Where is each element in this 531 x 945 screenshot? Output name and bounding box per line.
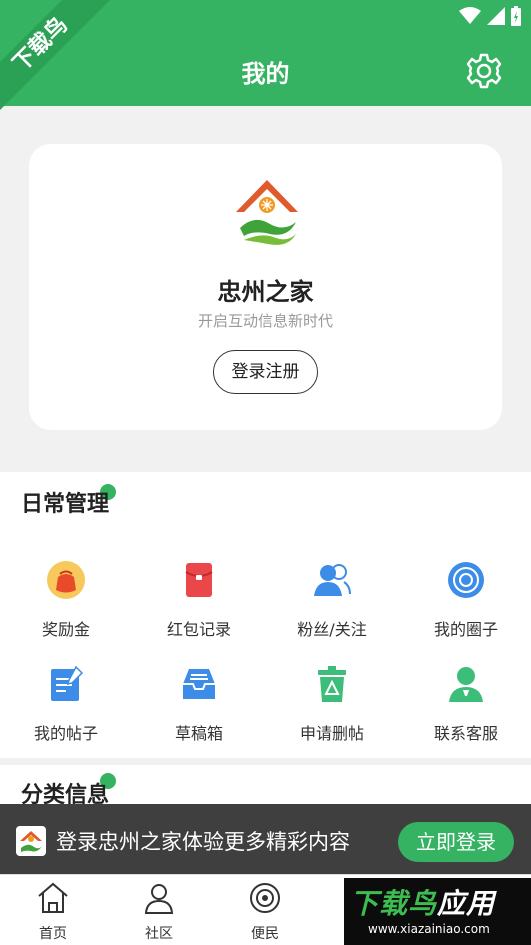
red-packet-icon [185, 563, 213, 597]
watermark-badge: 下载鸟应用 www.xiazainiao.com [344, 878, 531, 945]
page-title: 我的 [241, 60, 290, 88]
followers-icon [314, 564, 351, 596]
grid-item-contact-service[interactable]: 联系客服 [400, 664, 531, 744]
signal-icon [487, 7, 505, 25]
profile-card: 忠州之家 开启互动信息新时代 登录注册 [29, 144, 502, 430]
banner-text: 登录忠州之家体验更多精彩内容 [56, 830, 350, 854]
reward-bag-icon [47, 561, 85, 599]
settings-gear-icon[interactable] [465, 52, 503, 90]
top-header: 下载鸟 我的 [0, 0, 531, 110]
grid-item-reward[interactable]: 奖励金 [0, 560, 132, 640]
circle-target-icon [448, 562, 484, 598]
watermark-url: www.xiazainiao.com [368, 922, 490, 936]
tab-label: 首页 [39, 926, 67, 942]
tab-label: 社区 [145, 926, 173, 942]
watermark-white-text: 应用 [437, 887, 496, 920]
edit-post-icon [51, 665, 84, 701]
tab-home[interactable]: 首页 [13, 881, 93, 943]
grid-item-delete-request[interactable]: 申请删帖 [266, 664, 398, 744]
app-slogan: 开启互动信息新时代 [197, 312, 333, 330]
trash-bin-icon [318, 666, 346, 702]
app-name: 忠州之家 [217, 278, 314, 306]
battery-icon [511, 6, 521, 26]
convenience-icon [250, 883, 280, 913]
login-register-button[interactable]: 登录注册 [213, 350, 318, 394]
grid-label: 奖励金 [41, 620, 90, 639]
daily-management-section: 日常管理 奖励金 红包记录 粉丝/关注 我的圈子 我的帖子 草稿箱 申请删帖 联… [0, 472, 531, 758]
grid-label: 粉丝/关注 [297, 620, 367, 639]
watermark-green-text: 下载鸟 [350, 887, 438, 920]
banner-app-logo [16, 826, 46, 856]
tab-label: 便民 [251, 926, 279, 942]
tab-community[interactable]: 社区 [119, 881, 199, 943]
grid-item-red-packet[interactable]: 红包记录 [133, 560, 265, 640]
customer-service-icon [449, 667, 483, 702]
grid-item-my-posts[interactable]: 我的帖子 [0, 664, 132, 744]
wifi-icon [459, 7, 481, 24]
grid-label: 我的圈子 [433, 620, 498, 639]
grid-label: 申请删帖 [299, 724, 364, 743]
watermark-title: 下载鸟应用 [350, 882, 495, 922]
login-prompt-banner: 登录忠州之家体验更多精彩内容 立即登录 [0, 804, 531, 874]
grid-label: 红包记录 [166, 620, 231, 639]
community-icon [144, 884, 174, 914]
section-title-daily: 日常管理 [21, 492, 110, 517]
tab-convenience[interactable]: 便民 [225, 881, 305, 943]
grid-label: 我的帖子 [33, 724, 98, 743]
grid-label: 联系客服 [433, 724, 498, 743]
login-now-button[interactable]: 立即登录 [398, 822, 514, 862]
grid-item-drafts[interactable]: 草稿箱 [133, 664, 265, 744]
app-logo [236, 180, 298, 245]
grid-item-followers[interactable]: 粉丝/关注 [266, 560, 398, 640]
grid-label: 草稿箱 [174, 724, 223, 743]
grid-item-my-circle[interactable]: 我的圈子 [400, 560, 531, 640]
drafts-tray-icon [183, 669, 215, 699]
home-icon [38, 882, 68, 913]
status-bar [459, 6, 521, 26]
